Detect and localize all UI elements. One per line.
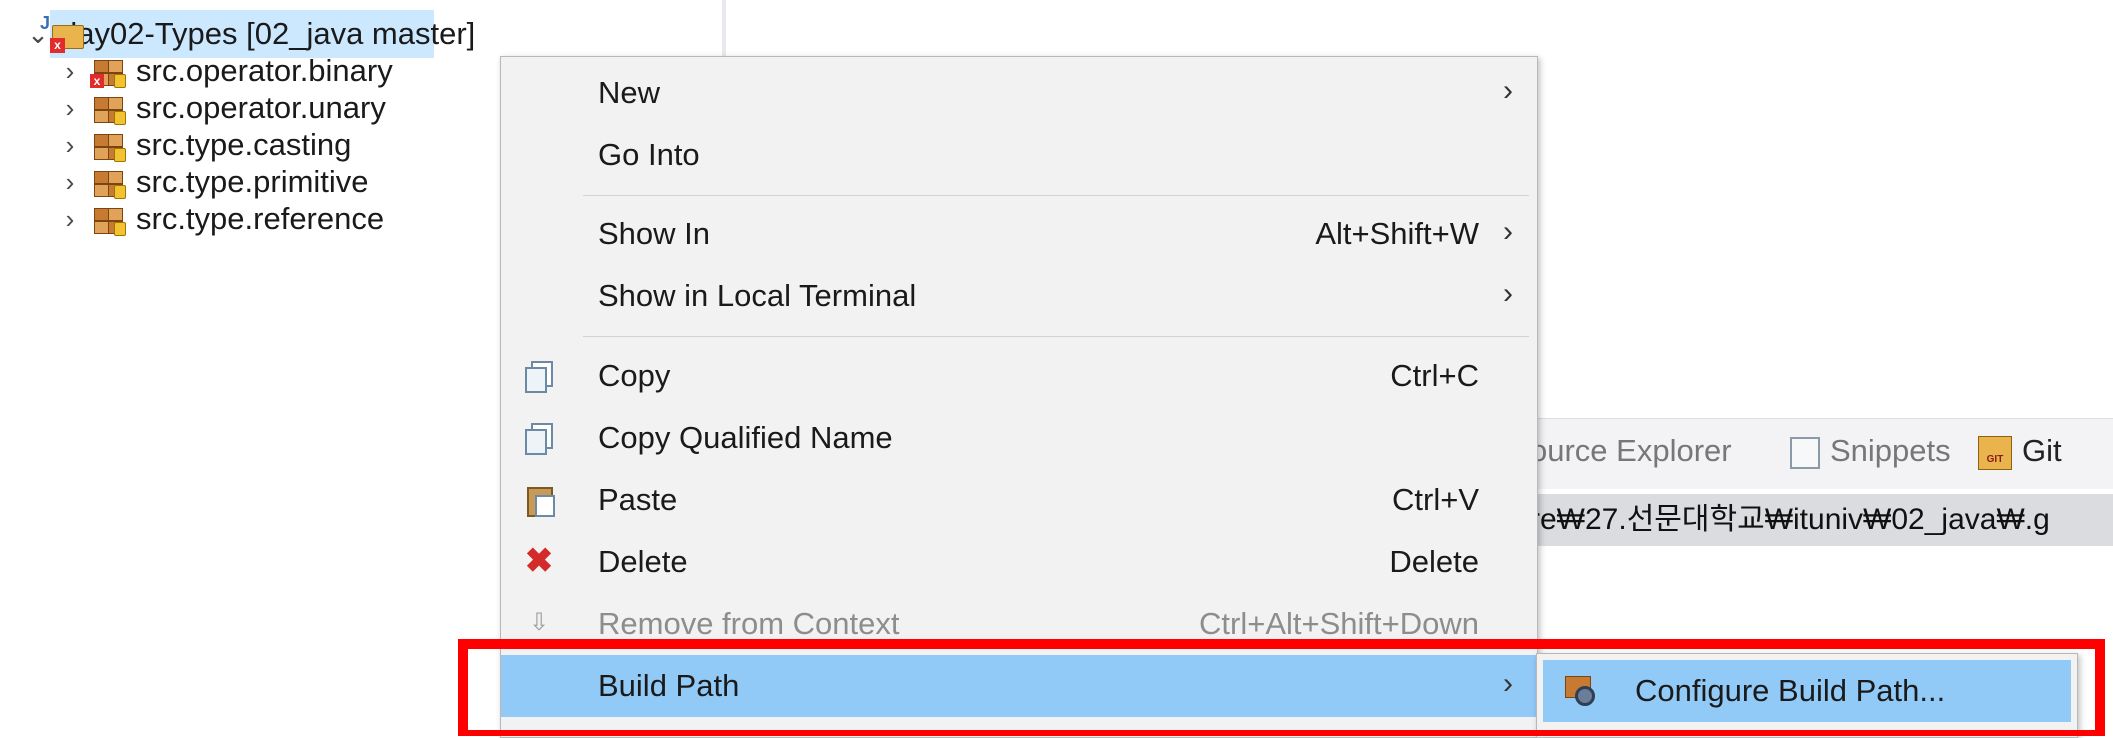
bottom-panel-tabs: ource Explorer Snippets GIT Git xyxy=(1500,418,2113,489)
tree-item-package[interactable]: › src.type.reference xyxy=(50,195,384,243)
menu-item-remove-from-context: ⇩ Remove from Context Ctrl+Alt+Shift+Dow… xyxy=(501,593,1537,655)
menu-separator xyxy=(583,336,1529,337)
menu-item-copy-qualified-name[interactable]: Copy Qualified Name xyxy=(501,407,1537,469)
paste-icon xyxy=(523,483,555,517)
chevron-right-icon[interactable]: › xyxy=(50,56,90,87)
shortcut-label: Alt+Shift+W xyxy=(1315,216,1479,251)
menu-item-show-in[interactable]: Show In Alt+Shift+W › xyxy=(501,203,1537,265)
submenu-arrow-icon: › xyxy=(1503,667,1513,700)
shortcut-label: Ctrl+C xyxy=(1390,358,1479,393)
shortcut-label: Delete xyxy=(1389,544,1479,579)
shortcut-label: Ctrl+Alt+Shift+Down xyxy=(1199,606,1479,641)
repository-path: re₩27.선문대학교₩ituniv₩02_java₩.g xyxy=(1500,494,2113,546)
remove-context-icon: ⇩ xyxy=(528,609,550,636)
copy-qualified-name-icon xyxy=(523,421,555,455)
build-path-submenu: Configure Build Path... xyxy=(1536,653,2078,738)
copy-icon xyxy=(523,359,555,393)
menu-item-build-path[interactable]: Build Path › xyxy=(501,655,1537,717)
package-icon xyxy=(90,202,126,236)
tab-snippets[interactable]: Snippets xyxy=(1790,433,1951,469)
menu-separator xyxy=(583,195,1529,196)
snippets-icon xyxy=(1790,436,1820,469)
chevron-right-icon[interactable]: › xyxy=(50,130,90,161)
submenu-arrow-icon: › xyxy=(1503,74,1513,107)
submenu-arrow-icon: › xyxy=(1503,277,1513,310)
package-icon xyxy=(90,165,126,199)
menu-item-paste[interactable]: Paste Ctrl+V xyxy=(501,469,1537,531)
repository-path-text: re₩27.선문대학교₩ituniv₩02_java₩.g xyxy=(1530,503,2050,536)
tree-row-cutoff xyxy=(95,0,655,10)
menu-item-show-in-local-terminal[interactable]: Show in Local Terminal › xyxy=(501,265,1537,327)
menu-item-new[interactable]: New › xyxy=(501,62,1537,124)
package-label: src.type.reference xyxy=(136,201,385,236)
chevron-right-icon[interactable]: › xyxy=(50,204,90,235)
tab-git[interactable]: GIT Git xyxy=(1978,433,2062,470)
delete-icon: ✖ xyxy=(524,542,554,580)
context-menu: New › Go Into Show In Alt+Shift+W › Show… xyxy=(500,56,1538,738)
submenu-arrow-icon: › xyxy=(1503,215,1513,248)
git-icon: GIT xyxy=(1978,435,2012,470)
package-error-icon: x xyxy=(90,54,126,88)
chevron-right-icon[interactable]: › xyxy=(50,167,90,198)
menu-item-configure-build-path[interactable]: Configure Build Path... xyxy=(1543,660,2071,722)
shortcut-label: Ctrl+V xyxy=(1392,482,1479,517)
configure-build-path-icon xyxy=(1565,674,1599,708)
package-icon xyxy=(90,128,126,162)
package-icon xyxy=(90,91,126,125)
menu-item-copy[interactable]: Copy Ctrl+C xyxy=(501,345,1537,407)
chevron-right-icon[interactable]: › xyxy=(50,93,90,124)
menu-item-go-into[interactable]: Go Into xyxy=(501,124,1537,186)
tab-source-explorer[interactable]: ource Explorer xyxy=(1530,433,1732,469)
menu-item-delete[interactable]: ✖ Delete Delete xyxy=(501,531,1537,593)
